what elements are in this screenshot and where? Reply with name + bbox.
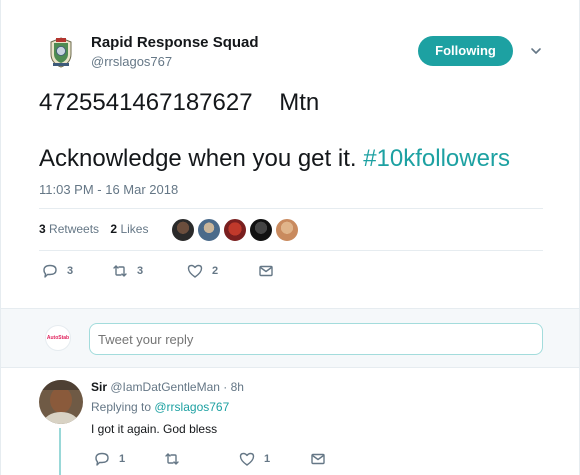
tweet-reply-input[interactable] [89, 323, 543, 355]
reply-author-name[interactable]: Sir [91, 380, 107, 394]
reply-composer: AutoStab [1, 308, 579, 368]
heart-icon [187, 264, 203, 278]
tweet-timestamp[interactable]: 11:03 PM - 16 Mar 2018 [39, 182, 178, 197]
reply-icon [43, 264, 57, 278]
retweet-button[interactable]: 3 [111, 262, 143, 280]
following-button[interactable]: Following [418, 36, 513, 66]
reply-author-handle[interactable]: @IamDatGentleMan [110, 380, 220, 394]
reply-like-count: 1 [264, 453, 271, 465]
liker-avatar[interactable] [249, 218, 273, 242]
replying-to-prefix: Replying to [91, 400, 155, 414]
reply-retweet-button[interactable] [163, 450, 189, 468]
divider [39, 250, 543, 251]
retweets-count: 3 [39, 222, 46, 236]
tweet-text-line2: Acknowledge when you get it. #10kfollowe… [39, 144, 559, 174]
envelope-icon [311, 453, 325, 465]
heart-icon [239, 452, 255, 466]
reply-header: Sir @IamDatGentleMan · 8h [91, 380, 244, 394]
like-count: 2 [212, 265, 219, 277]
tweet-card: Rapid Response Squad @rrslagos767 Follow… [0, 0, 580, 475]
liker-avatar[interactable] [223, 218, 247, 242]
author-avatar[interactable] [41, 32, 81, 72]
retweet-icon [165, 453, 179, 465]
likes-label: Likes [120, 222, 149, 236]
reply-text: I got it again. God bless [91, 422, 218, 436]
reply-separator: · [219, 380, 231, 394]
current-user-avatar[interactable]: AutoStab [45, 325, 71, 351]
direct-message-button[interactable] [257, 262, 275, 280]
retweet-icon [113, 265, 127, 277]
reply-reply-button[interactable]: 1 [93, 450, 125, 468]
retweets-stat[interactable]: 3 Retweets [39, 222, 99, 236]
liker-avatar[interactable] [197, 218, 221, 242]
replying-to: Replying to @rrslagos767 [91, 400, 229, 414]
reply-count: 3 [67, 265, 74, 277]
retweets-label: Retweets [49, 222, 100, 236]
likes-stat[interactable]: 2 Likes [110, 222, 148, 236]
tweet-text-line1: 4725541467187627 Mtn [39, 89, 320, 116]
like-button[interactable]: 2 [186, 262, 218, 280]
hashtag-link[interactable]: #10kfollowers [363, 145, 510, 172]
current-user-avatar-logo: AutoStab [46, 335, 70, 341]
reply-direct-message-button[interactable] [309, 450, 327, 468]
reply-author-avatar[interactable] [39, 380, 83, 424]
thread-line [59, 428, 61, 475]
liker-avatar[interactable] [275, 218, 299, 242]
tweet-text: 4725541467187627 Mtn Acknowledge when yo… [39, 88, 559, 174]
reply-reply-count: 1 [119, 453, 126, 465]
tweet-text-body: Acknowledge when you get it. [39, 145, 364, 172]
envelope-icon [259, 265, 273, 277]
likes-count: 2 [110, 222, 118, 236]
tweet-stats: 3 Retweets 2 Likes [39, 222, 148, 236]
author-name[interactable]: Rapid Response Squad [91, 34, 259, 51]
retweet-count: 3 [137, 265, 144, 277]
chevron-down-icon[interactable] [529, 44, 543, 58]
replying-to-mention[interactable]: @rrslagos767 [154, 400, 229, 414]
reply-like-button[interactable]: 1 [238, 450, 270, 468]
reply-button[interactable]: 3 [41, 262, 73, 280]
reply-time[interactable]: 8h [231, 380, 244, 394]
divider [39, 208, 543, 209]
author-handle[interactable]: @rrslagos767 [91, 54, 172, 69]
reply-icon [95, 452, 109, 466]
liker-avatar[interactable] [171, 218, 195, 242]
